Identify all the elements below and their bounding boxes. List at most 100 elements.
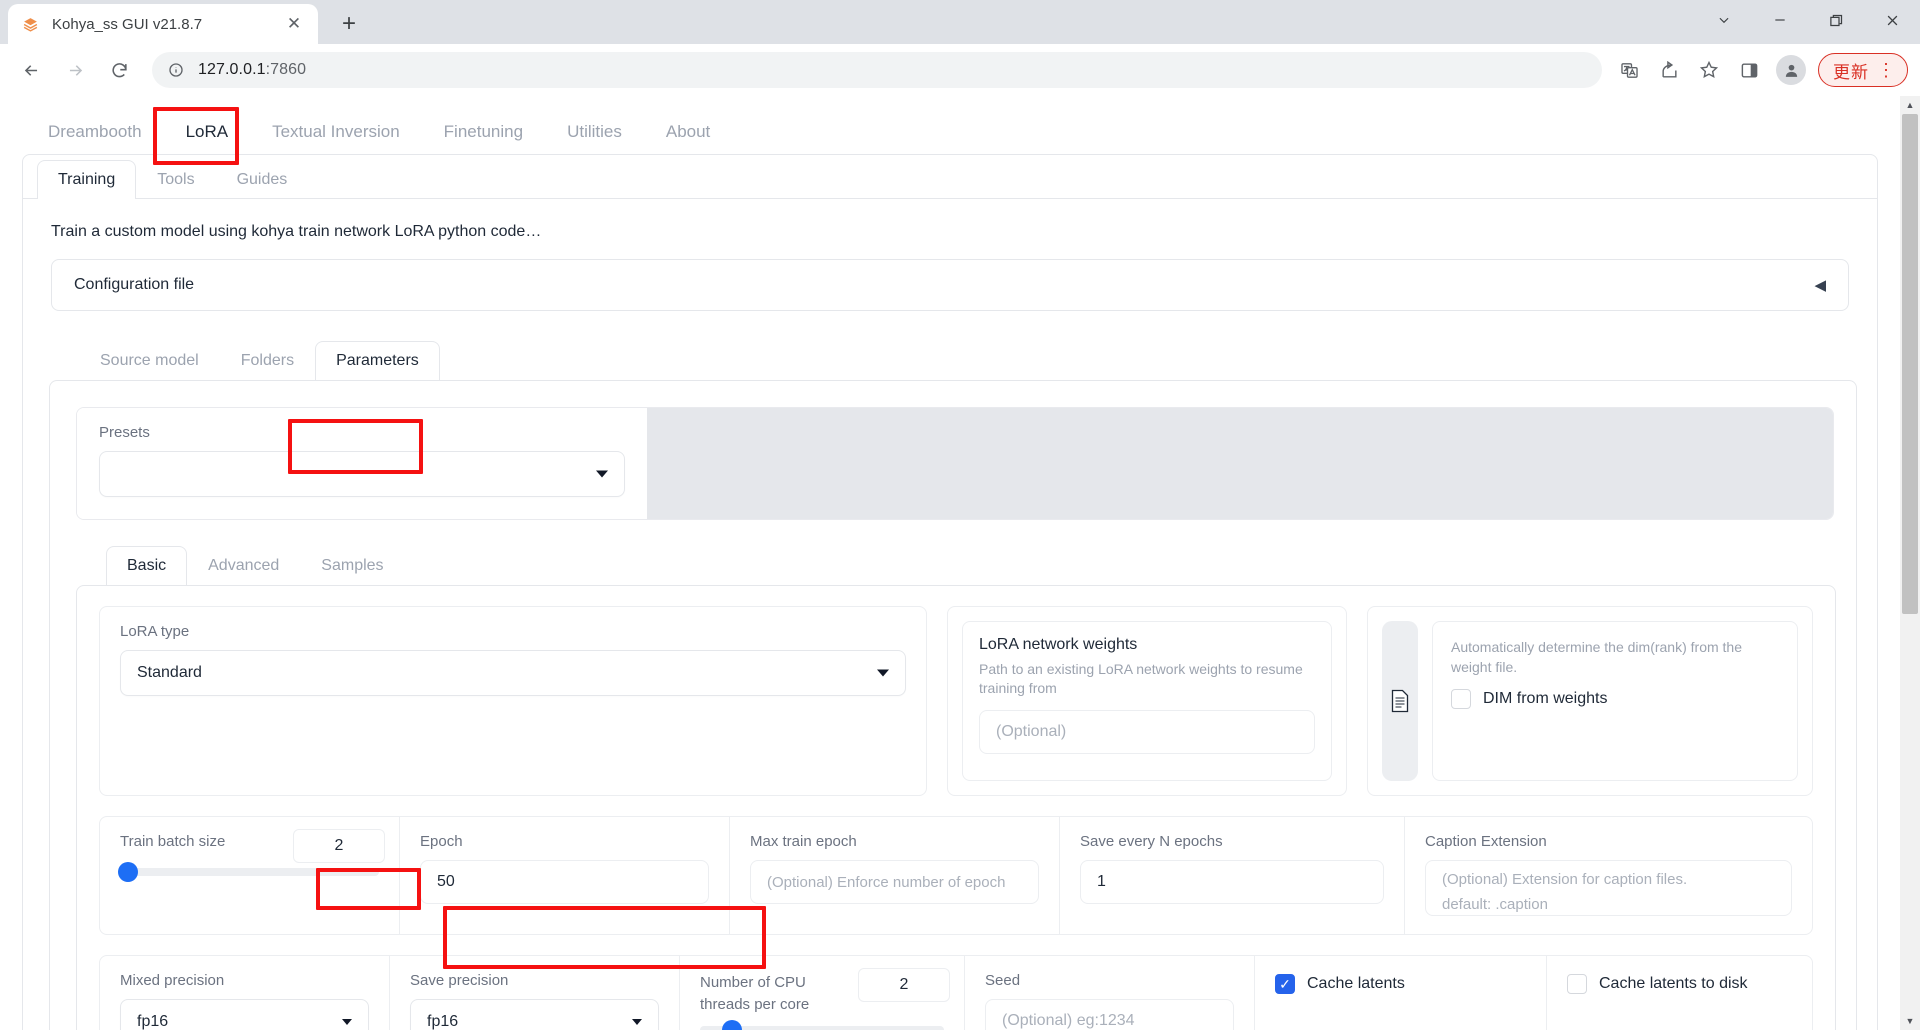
presets-label: Presets — [99, 424, 150, 441]
train-batch-size-slider[interactable] — [117, 862, 379, 882]
profile-avatar-icon[interactable] — [1776, 55, 1806, 85]
caption-extension-input[interactable]: (Optional) Extension for caption files. … — [1425, 860, 1792, 916]
main-tab-about[interactable]: About — [644, 110, 732, 154]
caption-extension-label: Caption Extension — [1425, 833, 1547, 850]
tab-basic[interactable]: Basic — [106, 546, 188, 585]
address-bar[interactable]: 127.0.0.1:7860 — [152, 52, 1602, 88]
lora-type-value: Standard — [137, 664, 202, 681]
sub-tab-guides[interactable]: Guides — [216, 160, 309, 199]
seed-placeholder: (Optional) eg:1234 — [1002, 1012, 1135, 1029]
presets-dropdown[interactable] — [99, 451, 625, 497]
main-tab-lora[interactable]: LoRA — [164, 110, 251, 154]
window-controls — [1696, 0, 1920, 40]
inner-tab-folders[interactable]: Folders — [220, 341, 315, 380]
epoch-value: 50 — [437, 873, 455, 890]
epoch-input[interactable]: 50 — [420, 860, 709, 904]
chevron-down-icon — [342, 1019, 352, 1025]
browser-window: Kohya_ss GUI v21.8.7 ✕ + 127.0.0.1:7860 … — [0, 0, 1920, 1030]
cache-latents-to-disk-checkbox[interactable] — [1567, 974, 1587, 994]
cache-latents-to-disk-row[interactable]: Cache latents to disk — [1567, 974, 1792, 994]
update-button[interactable]: 更新 ⋮ — [1818, 53, 1908, 87]
browser-tabstrip: Kohya_ss GUI v21.8.7 ✕ + — [0, 0, 1920, 44]
slider-thumb[interactable] — [117, 862, 138, 882]
main-tab-finetuning[interactable]: Finetuning — [422, 110, 545, 154]
browser-tab-title: Kohya_ss GUI v21.8.7 — [52, 15, 203, 33]
caption-extension-placeholder-line2: default: .caption — [1442, 895, 1548, 913]
back-button[interactable] — [12, 51, 50, 89]
tab-advanced[interactable]: Advanced — [187, 546, 300, 585]
update-button-label: 更新 — [1833, 62, 1869, 82]
max-train-epoch-cell: Max train epoch (Optional) Enforce numbe… — [730, 817, 1060, 934]
caption-extension-placeholder-line1: (Optional) Extension for caption files. — [1442, 871, 1688, 888]
main-tab-dreambooth[interactable]: Dreambooth — [26, 110, 164, 154]
scroll-down-arrow-icon[interactable]: ▼ — [1900, 1012, 1920, 1030]
main-tab-textual-inversion[interactable]: Textual Inversion — [250, 110, 422, 154]
close-window-button[interactable] — [1864, 0, 1920, 40]
max-train-epoch-input[interactable]: (Optional) Enforce number of epoch — [750, 860, 1039, 904]
train-batch-size-value[interactable]: 2 — [293, 829, 385, 863]
sub-tab-training[interactable]: Training — [37, 160, 137, 199]
training-tabbar: Training Tools Guides — [23, 155, 1877, 199]
inner-tab-source-model[interactable]: Source model — [79, 341, 220, 380]
translate-icon[interactable] — [1610, 51, 1648, 89]
browser-tab[interactable]: Kohya_ss GUI v21.8.7 ✕ — [8, 4, 318, 44]
cache-latents-checkbox[interactable]: ✓ — [1275, 974, 1295, 994]
page-viewport: Dreambooth LoRA Textual Inversion Finetu… — [0, 96, 1920, 1030]
save-every-n-epochs-input[interactable]: 1 — [1080, 860, 1384, 904]
mixed-precision-label: Mixed precision — [120, 972, 225, 989]
scrollbar-thumb[interactable] — [1902, 114, 1918, 614]
main-tab-utilities[interactable]: Utilities — [545, 110, 644, 154]
cpu-threads-slider[interactable] — [700, 1019, 944, 1030]
configuration-file-accordion[interactable]: Configuration file ◀ — [51, 259, 1849, 311]
scroll-up-arrow-icon[interactable]: ▲ — [1900, 96, 1920, 114]
main-tabbar: Dreambooth LoRA Textual Inversion Finetu… — [0, 96, 1898, 154]
share-icon[interactable] — [1650, 51, 1688, 89]
side-panel-icon[interactable] — [1730, 51, 1768, 89]
mixed-precision-dropdown[interactable]: fp16 — [120, 999, 369, 1030]
save-every-n-epochs-value: 1 — [1097, 873, 1106, 890]
max-train-epoch-label: Max train epoch — [750, 833, 857, 850]
cache-latents-to-disk-cell: Cache latents to disk — [1547, 956, 1812, 1030]
kohya-gui-page: Dreambooth LoRA Textual Inversion Finetu… — [0, 96, 1898, 1030]
tab-search-chevron-icon[interactable] — [1696, 0, 1752, 40]
minimize-window-button[interactable] — [1752, 0, 1808, 40]
cache-latents-label: Cache latents — [1307, 975, 1405, 992]
close-tab-icon[interactable]: ✕ — [282, 12, 306, 36]
cache-latents-row[interactable]: ✓ Cache latents — [1275, 974, 1526, 994]
seed-label: Seed — [985, 972, 1021, 989]
caption-extension-cell: Caption Extension (Optional) Extension f… — [1405, 817, 1812, 934]
document-file-icon[interactable] — [1382, 621, 1418, 781]
lora-config-row: LoRA type Standard LoRA network weights … — [77, 586, 1835, 796]
vertical-scrollbar[interactable]: ▲ ▼ — [1900, 96, 1920, 1030]
cpu-threads-value[interactable]: 2 — [858, 968, 950, 1002]
new-tab-button[interactable]: + — [332, 7, 366, 41]
bookmark-star-icon[interactable] — [1690, 51, 1728, 89]
lora-network-weights-input[interactable]: (Optional) — [979, 709, 1315, 754]
intro-text: Train a custom model using kohya train n… — [51, 223, 542, 240]
maximize-window-button[interactable] — [1808, 0, 1864, 40]
forward-button[interactable] — [56, 51, 94, 89]
lora-network-weights-placeholder: (Optional) — [996, 722, 1067, 740]
epoch-label: Epoch — [420, 833, 463, 850]
slider-thumb[interactable] — [721, 1019, 742, 1030]
save-precision-cell: Save precision fp16 — [390, 956, 680, 1030]
address-bar-url: 127.0.0.1:7860 — [198, 61, 307, 78]
lora-type-card: LoRA type Standard — [99, 606, 927, 796]
inner-tab-parameters[interactable]: Parameters — [315, 341, 440, 380]
dim-from-weights-row[interactable]: DIM from weights — [1451, 689, 1779, 710]
sub-tab-tools[interactable]: Tools — [136, 160, 215, 199]
lora-type-label: LoRA type — [120, 623, 190, 640]
dim-from-weights-checkbox[interactable] — [1451, 689, 1471, 710]
presets-cell: Presets — [77, 408, 647, 519]
reload-button[interactable] — [100, 51, 138, 89]
save-precision-dropdown[interactable]: fp16 — [410, 999, 659, 1030]
parameters-tabbar: Source model Folders Parameters — [79, 341, 1877, 380]
basic-tabbar: Basic Advanced Samples — [106, 546, 1856, 585]
kebab-menu-icon[interactable]: ⋮ — [1869, 61, 1903, 79]
tab-samples[interactable]: Samples — [300, 546, 404, 585]
lora-type-dropdown[interactable]: Standard — [120, 650, 906, 696]
seed-input[interactable]: (Optional) eg:1234 — [985, 999, 1234, 1030]
info-circle-icon[interactable] — [166, 60, 186, 80]
collapse-arrow-icon[interactable]: ◀ — [1814, 276, 1826, 294]
dim-from-weights-label: DIM from weights — [1483, 690, 1608, 708]
